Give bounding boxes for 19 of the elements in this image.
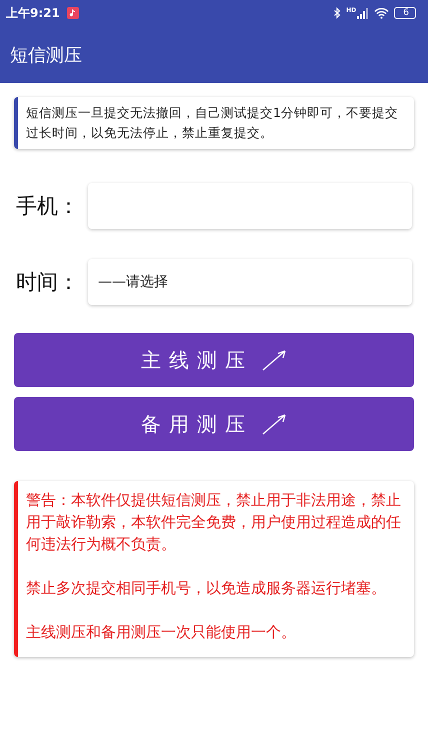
battery-indicator: 6 bbox=[394, 7, 416, 19]
bluetooth-icon bbox=[334, 7, 342, 19]
phone-input-field[interactable] bbox=[88, 183, 412, 229]
arrow-icon bbox=[261, 413, 287, 435]
field-label: 手机： bbox=[16, 193, 80, 220]
wifi-icon bbox=[374, 7, 390, 19]
notice-text: 短信测压一旦提交无法撤回，自己测试提交1分钟即可，不要提交过长时间，以免无法停止，禁止重复提交。 bbox=[26, 104, 400, 142]
field-label: 时间： bbox=[16, 269, 80, 296]
status-time: 上午9:21 bbox=[6, 4, 60, 22]
warning-text: 主线测压和备用测压一次只能使用一个。 bbox=[26, 622, 297, 643]
arrow-icon bbox=[261, 349, 287, 371]
signal-icon bbox=[357, 8, 370, 18]
start-button[interactable]: 备用测压 bbox=[14, 397, 414, 451]
warning-text: 警告：本软件仅提供短信测压，禁止用于非法用途，禁止用于敲诈勒索，本软件完全免费，用户使用过程造成的任何违法行为概不负责。 bbox=[26, 490, 402, 555]
app-title: 短信测压 bbox=[10, 44, 82, 66]
time-select-field[interactable]: ——请选择 bbox=[88, 259, 412, 305]
start-button[interactable]: 主线测压 bbox=[14, 333, 414, 387]
warning-text: 禁止多次提交相同手机号，以免造成服务器运行堵塞。 bbox=[26, 578, 387, 599]
music-app-icon bbox=[66, 7, 79, 19]
